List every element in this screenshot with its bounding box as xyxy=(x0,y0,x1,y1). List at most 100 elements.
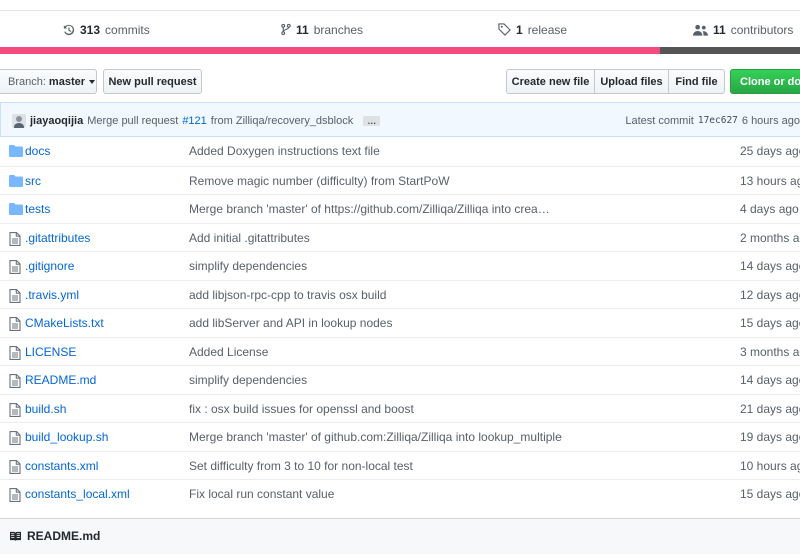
commit-message-link[interactable]: Added Doxygen instructions text file xyxy=(189,137,380,165)
commit-tease: jiayaoqijia Merge pull request #121 from… xyxy=(0,102,800,137)
latest-commit-label: Latest commit xyxy=(625,114,694,127)
commit-age: 19 days ago xyxy=(740,430,800,444)
file-icon xyxy=(9,317,23,331)
people-icon xyxy=(693,24,708,36)
branches-count: 11 xyxy=(296,22,309,37)
commit-age: 15 days ago xyxy=(740,487,800,501)
file-row[interactable]: .gitattributes Add initial .gitattributes… xyxy=(0,222,800,252)
commit-age: 12 days ago xyxy=(740,287,800,302)
branches-link[interactable]: 11 branches xyxy=(281,11,363,48)
file-icon xyxy=(9,402,23,417)
readme-title[interactable]: README.md xyxy=(27,529,100,543)
commits-link[interactable]: 313 commits xyxy=(63,11,150,48)
commit-author[interactable]: jiayaoqijia xyxy=(30,115,83,127)
commit-message-link[interactable]: add libjson-rpc-cpp to travis osx build xyxy=(189,281,386,309)
find-file-button[interactable]: Find file xyxy=(668,69,725,94)
branches-label: branches xyxy=(313,22,364,37)
commit-age: 13 hours ago xyxy=(740,173,800,188)
upload-files-button[interactable]: Upload files xyxy=(594,69,669,94)
commit-age: 21 days ago xyxy=(740,401,800,416)
book-icon xyxy=(10,531,21,541)
commit-sha-link[interactable]: 17ec627 xyxy=(698,115,738,126)
folder-icon xyxy=(9,174,23,188)
latest-commit-info: Latest commit 17ec627 6 hours ago xyxy=(625,103,800,138)
new-pull-request-button[interactable]: New pull request xyxy=(103,69,202,94)
folder-icon xyxy=(9,145,23,158)
branch-prefix: Branch: xyxy=(8,75,46,88)
file-name-link[interactable]: tests xyxy=(25,195,50,223)
file-row[interactable]: CMakeLists.txt add libServer and API in l… xyxy=(0,308,800,337)
caret-down-icon xyxy=(89,79,95,84)
file-name-link[interactable]: constants_local.xml xyxy=(25,480,130,508)
file-row[interactable]: constants_local.xml Fix local run constan… xyxy=(0,479,800,508)
commit-message-link[interactable]: Merge branch 'master' of github.com:Zill… xyxy=(189,423,562,451)
file-row[interactable]: README.md simplify dependencies 14 days ag… xyxy=(0,365,800,394)
commit-age: 10 hours ago xyxy=(740,458,800,473)
file-name-link[interactable]: build_lookup.sh xyxy=(25,423,108,451)
releases-link[interactable]: 1 release xyxy=(498,11,567,48)
file-name-link[interactable]: README.md xyxy=(25,366,96,394)
commit-message-link[interactable]: Merge branch 'master' of https://github.… xyxy=(189,195,550,223)
file-name-link[interactable]: constants.xml xyxy=(25,452,98,480)
branch-select-button[interactable]: Branch: master xyxy=(0,69,97,94)
contributors-link[interactable]: 11 contributors xyxy=(693,11,793,48)
file-row[interactable]: constants.xml Set difficulty from 3 to 10… xyxy=(0,450,800,480)
commit-age: 14 days ago xyxy=(740,259,800,273)
clone-or-download-button[interactable]: Clone or download xyxy=(730,69,800,94)
file-list: docs Added Doxygen instructions text file… xyxy=(0,137,800,508)
commit-message-link[interactable]: Set difficulty from 3 to 10 for non-loca… xyxy=(189,452,413,480)
file-icon xyxy=(9,431,23,445)
commit-age: 4 days ago xyxy=(740,202,799,216)
file-row[interactable]: .travis.yml add libjson-rpc-cpp to travis… xyxy=(0,279,800,309)
commit-age: 6 hours ago xyxy=(741,114,800,127)
commit-age: 3 months ago xyxy=(740,344,800,359)
file-icon xyxy=(9,374,23,388)
file-row[interactable]: LICENSE Added License 3 months ago xyxy=(0,336,800,366)
file-name-link[interactable]: .gitignore xyxy=(25,252,74,280)
commit-message-link[interactable]: Fix local run constant value xyxy=(189,480,334,508)
language-bar[interactable] xyxy=(0,47,800,54)
file-name-link[interactable]: LICENSE xyxy=(25,338,76,366)
folder-icon xyxy=(9,203,23,216)
file-row[interactable]: build.sh fix : osx build issues for opens… xyxy=(0,393,800,423)
file-row[interactable]: src Remove magic number (difficulty) from… xyxy=(0,165,800,195)
file-name-link[interactable]: src xyxy=(25,167,41,195)
language-segment-secondary[interactable] xyxy=(660,47,800,54)
commit-message-link[interactable]: simplify dependencies xyxy=(189,252,307,280)
file-icon xyxy=(9,459,23,474)
file-row[interactable]: tests Merge branch 'master' of https://gi… xyxy=(0,194,800,223)
expand-commit-message-button[interactable]: … xyxy=(363,115,381,126)
commit-message-link[interactable]: simplify dependencies xyxy=(189,366,307,394)
file-row[interactable]: build_lookup.sh Merge branch 'master' of … xyxy=(0,422,800,451)
language-segment-primary[interactable] xyxy=(0,47,660,54)
history-icon xyxy=(63,24,75,35)
file-icon xyxy=(9,260,23,274)
commit-age: 15 days ago xyxy=(740,316,800,330)
file-row[interactable]: .gitignore simplify dependencies 14 days a… xyxy=(0,251,800,280)
file-name-link[interactable]: docs xyxy=(25,137,50,165)
commit-age: 14 days ago xyxy=(740,373,800,387)
branch-icon xyxy=(281,23,291,36)
file-name-link[interactable]: .travis.yml xyxy=(25,281,79,309)
file-name-link[interactable]: CMakeLists.txt xyxy=(25,309,104,337)
commit-message-link[interactable]: add libServer and API in lookup nodes xyxy=(189,309,392,337)
commit-message-link[interactable]: Remove magic number (difficulty) from St… xyxy=(189,167,450,195)
author-avatar[interactable] xyxy=(12,113,26,128)
file-name-link[interactable]: .gitattributes xyxy=(25,224,90,252)
file-icon xyxy=(9,345,23,360)
contributors-count: 11 xyxy=(713,22,726,37)
pr-link[interactable]: #121 xyxy=(182,115,206,127)
file-row[interactable]: docs Added Doxygen instructions text file… xyxy=(0,137,800,166)
file-name-link[interactable]: build.sh xyxy=(25,395,66,423)
releases-count: 1 xyxy=(516,22,523,37)
contributors-label: contributors xyxy=(730,22,794,37)
commit-message-prefix[interactable]: Merge pull request xyxy=(87,115,178,127)
commit-message-suffix[interactable]: from Zilliqa/recovery_dsblock xyxy=(211,115,353,127)
readme-header: README.md xyxy=(0,518,800,554)
commit-message-link[interactable]: Add initial .gitattributes xyxy=(189,224,310,252)
commit-message-link[interactable]: fix : osx build issues for openssl and b… xyxy=(189,395,414,423)
create-new-file-button[interactable]: Create new file xyxy=(506,69,595,94)
file-icon xyxy=(9,288,23,303)
commit-message-link[interactable]: Added License xyxy=(189,338,268,366)
releases-label: release xyxy=(527,22,568,37)
